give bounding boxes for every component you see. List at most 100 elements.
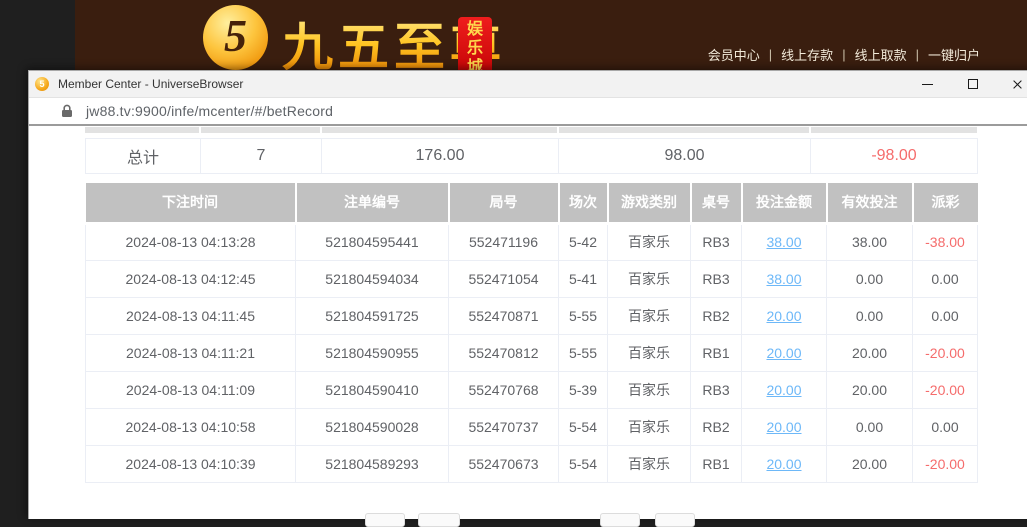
summary-bet-amount: 176.00 — [322, 139, 559, 174]
browser-window: 5 Member Center - UniverseBrowser jw88.t… — [28, 70, 1027, 519]
payout-cell: 0.00 — [913, 408, 978, 445]
table-no-cell: RB1 — [691, 334, 742, 371]
round-cell: 552470812 — [449, 334, 559, 371]
column-header-ticket-no: 注单编号 — [296, 183, 449, 223]
ticket-cell: 521804590410 — [296, 371, 449, 408]
ticket-cell: 521804591725 — [296, 297, 449, 334]
bet-amount-link[interactable]: 38.00 — [766, 271, 801, 287]
table-row: 2024-08-13 04:12:45 521804594034 5524710… — [86, 260, 978, 297]
ticket-cell: 521804595441 — [296, 223, 449, 260]
page-content: 总计 7 176.00 98.00 -98.00 下注时间 注单编号 局号 场次… — [29, 127, 1027, 519]
minimize-icon — [922, 84, 933, 85]
session-cell: 5-55 — [559, 297, 608, 334]
nav-separator: | — [842, 47, 845, 62]
pagination-button[interactable] — [365, 513, 405, 527]
column-header-table-no: 桌号 — [691, 183, 742, 223]
window-titlebar[interactable]: 5 Member Center - UniverseBrowser — [29, 71, 1027, 98]
nav-link-online-withdraw[interactable]: 线上取款 — [855, 45, 907, 64]
window-title: Member Center - UniverseBrowser — [58, 77, 243, 91]
bet-time-cell: 2024-08-13 04:11:21 — [86, 334, 296, 371]
column-header-payout: 派彩 — [913, 183, 978, 223]
bet-time-cell: 2024-08-13 04:11:45 — [86, 297, 296, 334]
bet-amount-link[interactable]: 20.00 — [766, 345, 801, 361]
game-type-cell: 百家乐 — [608, 260, 691, 297]
pagination-button[interactable] — [418, 513, 460, 527]
bet-amount-cell: 20.00 — [742, 445, 827, 482]
session-cell: 5-42 — [559, 223, 608, 260]
bet-time-cell: 2024-08-13 04:11:09 — [86, 371, 296, 408]
table-no-cell: RB3 — [691, 371, 742, 408]
game-type-cell: 百家乐 — [608, 445, 691, 482]
bet-time-cell: 2024-08-13 04:12:45 — [86, 260, 296, 297]
bet-time-cell: 2024-08-13 04:10:58 — [86, 408, 296, 445]
summary-bet-count: 7 — [201, 139, 322, 174]
remnant-segment — [85, 127, 199, 133]
table-no-cell: RB3 — [691, 223, 742, 260]
payout-cell: -20.00 — [913, 334, 978, 371]
column-header-game-type: 游戏类别 — [608, 183, 691, 223]
pagination-button[interactable] — [655, 513, 695, 527]
session-cell: 5-54 — [559, 445, 608, 482]
pagination — [29, 513, 1027, 527]
column-header-session: 场次 — [559, 183, 608, 223]
column-header-round-no: 局号 — [449, 183, 559, 223]
bet-amount-link[interactable]: 20.00 — [766, 456, 801, 472]
game-type-cell: 百家乐 — [608, 371, 691, 408]
table-row: 2024-08-13 04:10:58 521804590028 5524707… — [86, 408, 978, 445]
bet-amount-cell: 20.00 — [742, 371, 827, 408]
nav-separator: | — [769, 47, 772, 62]
game-type-cell: 百家乐 — [608, 223, 691, 260]
remnant-segment — [811, 127, 977, 133]
favicon-number: 5 — [39, 80, 44, 89]
nav-link-member-center[interactable]: 会员中心 — [708, 45, 760, 64]
bet-amount-link[interactable]: 20.00 — [766, 382, 801, 398]
bet-amount-link[interactable]: 20.00 — [766, 419, 801, 435]
close-button[interactable] — [995, 71, 1027, 97]
round-cell: 552470737 — [449, 408, 559, 445]
round-cell: 552471196 — [449, 223, 559, 260]
header-row: 下注时间 注单编号 局号 场次 游戏类别 桌号 投注金额 有效投注 派彩 — [86, 183, 978, 223]
site-banner: 5 九五至尊 娱乐城 会员中心 | 线上存款 | 线上取款 | 一键归户 — [75, 0, 1027, 75]
table-no-cell: RB3 — [691, 260, 742, 297]
logo-number: 5 — [224, 9, 247, 62]
payout-cell: -20.00 — [913, 371, 978, 408]
nav-link-online-deposit[interactable]: 线上存款 — [781, 45, 833, 64]
badge-label: 娱乐城 — [467, 20, 483, 77]
table-no-cell: RB2 — [691, 297, 742, 334]
session-cell: 5-39 — [559, 371, 608, 408]
payout-cell: 0.00 — [913, 297, 978, 334]
summary-table: 总计 7 176.00 98.00 -98.00 — [85, 138, 978, 174]
lock-icon — [61, 104, 73, 118]
bet-amount-cell: 20.00 — [742, 334, 827, 371]
round-cell: 552470871 — [449, 297, 559, 334]
remnant-segment — [322, 127, 557, 133]
close-icon — [1012, 79, 1023, 90]
summary-label: 总计 — [86, 139, 201, 174]
ticket-cell: 521804590955 — [296, 334, 449, 371]
column-header-bet-time: 下注时间 — [86, 183, 296, 223]
bet-time-cell: 2024-08-13 04:10:39 — [86, 445, 296, 482]
url-field[interactable]: jw88.tv:9900/infe/mcenter/#/betRecord — [86, 103, 333, 119]
site-logo-icon: 5 — [203, 5, 268, 70]
valid-bet-cell: 20.00 — [827, 334, 913, 371]
column-header-valid-bet: 有效投注 — [827, 183, 913, 223]
payout-cell: 0.00 — [913, 260, 978, 297]
payout-cell: -20.00 — [913, 445, 978, 482]
valid-bet-cell: 0.00 — [827, 408, 913, 445]
nav-link-one-key-transfer[interactable]: 一键归户 — [928, 45, 980, 64]
valid-bet-cell: 20.00 — [827, 445, 913, 482]
bet-amount-link[interactable]: 20.00 — [766, 308, 801, 324]
address-bar[interactable]: jw88.tv:9900/infe/mcenter/#/betRecord — [29, 98, 1027, 126]
ticket-cell: 521804594034 — [296, 260, 449, 297]
window-controls — [905, 71, 1027, 97]
bet-amount-link[interactable]: 38.00 — [766, 234, 801, 250]
bet-amount-cell: 20.00 — [742, 408, 827, 445]
table-row: 2024-08-13 04:13:28 521804595441 5524711… — [86, 223, 978, 260]
table-row: 2024-08-13 04:10:39 521804589293 5524706… — [86, 445, 978, 482]
maximize-button[interactable] — [950, 71, 995, 97]
table-top-remnant — [85, 127, 977, 133]
game-type-cell: 百家乐 — [608, 408, 691, 445]
minimize-button[interactable] — [905, 71, 950, 97]
game-type-cell: 百家乐 — [608, 297, 691, 334]
pagination-button[interactable] — [600, 513, 640, 527]
